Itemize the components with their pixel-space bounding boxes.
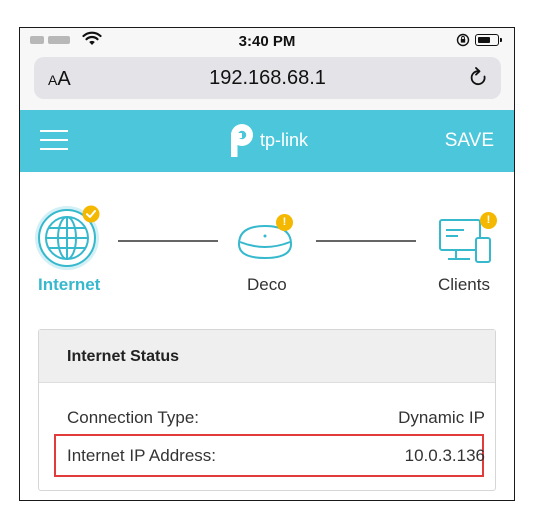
deco-alert-badge: ! xyxy=(276,214,293,231)
step-label-internet: Internet xyxy=(38,275,101,294)
save-button[interactable]: SAVE xyxy=(445,130,494,152)
phone-screen: 3:40 PM AA 192.168.68.1 tp-link SAVE Int… xyxy=(19,27,515,501)
row-label: Connection Type: xyxy=(67,408,199,427)
clients-alert-badge: ! xyxy=(480,212,497,229)
rotation-lock-icon xyxy=(456,33,470,47)
row-value: 10.0.3.136 xyxy=(404,446,485,465)
row-label: Internet IP Address: xyxy=(67,446,216,465)
step-label-deco: Deco xyxy=(247,275,287,294)
url-text[interactable]: 192.168.68.1 xyxy=(34,67,501,90)
card-title: Internet Status xyxy=(67,348,180,365)
browser-toolbar: AA 192.168.68.1 xyxy=(20,54,514,110)
check-badge-icon xyxy=(82,205,100,223)
reload-icon[interactable] xyxy=(469,67,489,89)
status-bar: 3:40 PM xyxy=(20,28,514,54)
row-value: Dynamic IP xyxy=(398,408,485,427)
step-connector xyxy=(316,240,416,242)
address-bar[interactable]: AA 192.168.68.1 xyxy=(34,57,501,99)
app-header: tp-link SAVE xyxy=(20,110,514,172)
menu-icon[interactable] xyxy=(40,130,68,150)
step-connector xyxy=(118,240,218,242)
battery-icon xyxy=(475,34,502,46)
brand-name: tp-link xyxy=(260,130,309,150)
tp-link-logo-mark xyxy=(231,124,253,157)
step-label-clients: Clients xyxy=(438,275,490,294)
step-deco[interactable]: ! xyxy=(232,214,298,264)
internet-status-card: Internet Status Connection Type: Dynamic… xyxy=(38,329,496,491)
step-internet[interactable] xyxy=(34,205,100,271)
card-header: Internet Status xyxy=(39,330,495,383)
step-clients[interactable]: ! xyxy=(434,212,498,266)
status-time: 3:40 PM xyxy=(238,33,296,50)
tp-link-logo: tp-link xyxy=(220,120,330,160)
